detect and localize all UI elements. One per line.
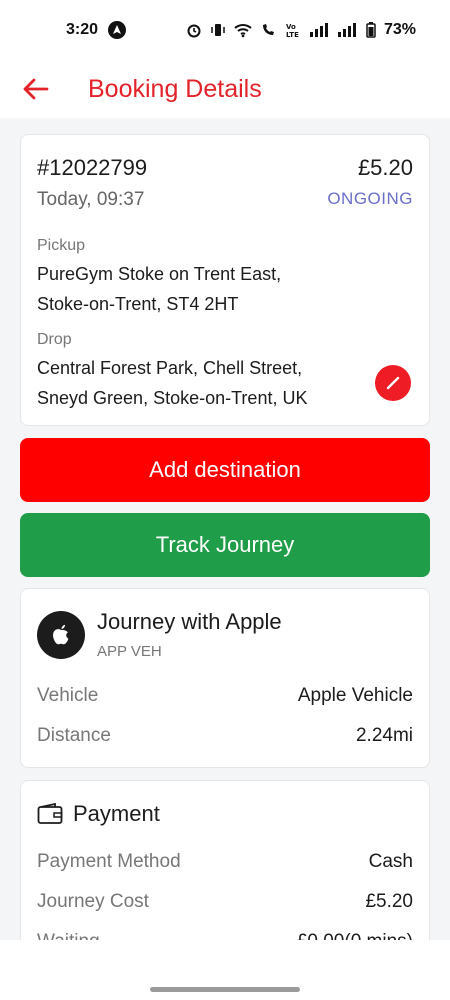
drop-label: Drop bbox=[37, 331, 72, 348]
distance-label: Distance bbox=[37, 725, 111, 746]
arrow-left-icon bbox=[23, 78, 49, 100]
edit-drop-button[interactable] bbox=[375, 365, 411, 401]
volte-icon: Vo LTE bbox=[286, 22, 302, 38]
status-icons: Vo LTE 73% bbox=[186, 21, 416, 39]
home-indicator[interactable] bbox=[150, 987, 300, 992]
avatar bbox=[37, 611, 85, 659]
journey-title: Journey with Apple bbox=[97, 609, 282, 634]
journey-cost-label: Journey Cost bbox=[37, 891, 149, 912]
svg-text:Vo: Vo bbox=[286, 23, 296, 31]
payment-title: Payment bbox=[73, 801, 160, 826]
alarm-icon bbox=[186, 22, 202, 38]
pickup-address-line2: Stoke-on-Trent, ST4 2HT bbox=[37, 294, 239, 314]
distance-value: 2.24mi bbox=[355, 725, 413, 746]
vibrate-icon bbox=[210, 22, 226, 38]
wallet-icon bbox=[37, 803, 63, 824]
booking-time: Today, 09:37 bbox=[37, 189, 145, 210]
vehicle-label: Vehicle bbox=[37, 685, 99, 706]
apple-icon bbox=[53, 624, 69, 645]
payment-method-label: Payment Method bbox=[37, 851, 181, 872]
booking-price: £5.20 bbox=[357, 155, 413, 180]
battery-icon bbox=[366, 22, 376, 38]
back-button[interactable] bbox=[22, 75, 50, 103]
page-title: Booking Details bbox=[88, 74, 262, 103]
journey-card: Journey with Apple APP VEH Vehicle Apple… bbox=[20, 588, 430, 768]
journey-subtitle: APP VEH bbox=[97, 643, 162, 660]
app-header: Booking Details bbox=[0, 60, 450, 118]
drop-address-line2: Sneyd Green, Stoke-on-Trent, UK bbox=[37, 388, 308, 408]
track-journey-button[interactable]: Track Journey bbox=[20, 513, 430, 577]
payment-card: Payment Payment Method Cash Journey Cost… bbox=[20, 780, 430, 940]
journey-cost-value: £5.20 bbox=[365, 891, 413, 912]
payment-method-value: Cash bbox=[368, 851, 413, 872]
signal-icon bbox=[309, 23, 330, 37]
scroll-content[interactable]: #12022799 £5.20 Today, 09:37 ONGOING Pic… bbox=[0, 118, 450, 940]
pencil-icon bbox=[386, 376, 400, 390]
status-badge: ONGOING bbox=[327, 189, 413, 208]
vehicle-value: Apple Vehicle bbox=[297, 685, 413, 706]
waiting-label: Waiting bbox=[37, 931, 100, 940]
pickup-label: Pickup bbox=[37, 237, 86, 254]
pickup-address: PureGym Stoke on Trent East, Stoke-on-Tr… bbox=[37, 259, 397, 319]
status-bar: 3:20 Vo LTE 73% bbox=[0, 0, 450, 60]
status-time: 3:20 bbox=[66, 21, 99, 38]
app-notification-icon bbox=[108, 21, 127, 39]
wifi-icon bbox=[234, 22, 252, 38]
booking-card: #12022799 £5.20 Today, 09:37 ONGOING Pic… bbox=[20, 134, 430, 426]
booking-id: #12022799 bbox=[37, 155, 148, 180]
add-destination-button[interactable]: Add destination bbox=[20, 438, 430, 502]
waiting-value: £0.00(0 mins) bbox=[297, 931, 413, 940]
drop-address: Central Forest Park, Chell Street, Sneyd… bbox=[37, 353, 367, 413]
system-nav-area bbox=[0, 940, 450, 1000]
pickup-address-line1: PureGym Stoke on Trent East, bbox=[37, 264, 282, 284]
signal-icon-2 bbox=[337, 23, 358, 37]
wifi-calling-icon bbox=[260, 22, 278, 38]
drop-address-line1: Central Forest Park, Chell Street, bbox=[37, 358, 303, 378]
svg-text:LTE: LTE bbox=[286, 31, 299, 38]
battery-percent: 73% bbox=[383, 21, 416, 38]
